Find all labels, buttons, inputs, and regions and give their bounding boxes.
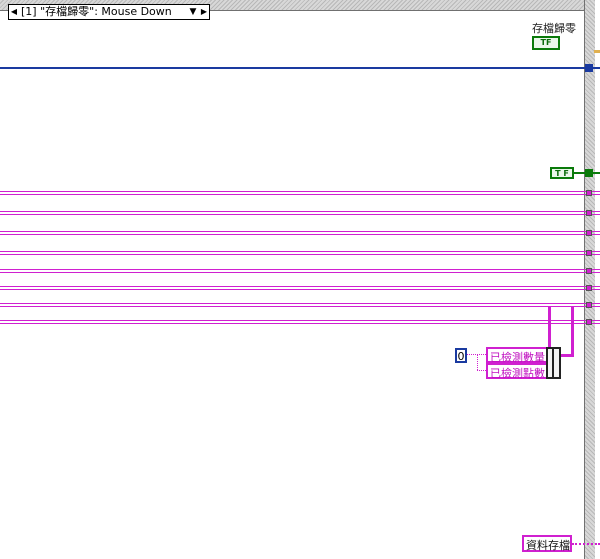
zero-constant[interactable]: 0 [455, 348, 467, 363]
cluster-tunnel [586, 285, 592, 291]
cluster-tunnel [586, 230, 592, 236]
event-structure-frame-right [584, 0, 595, 559]
numeric-wire [477, 370, 486, 372]
cluster-tunnel [586, 250, 592, 256]
cluster-wire [0, 286, 600, 290]
cluster-wire [0, 211, 600, 215]
cluster-wire [0, 191, 600, 195]
bundle-node-divider [552, 349, 554, 377]
boolean-tunnel [585, 169, 593, 177]
cluster-tunnel [586, 302, 592, 308]
detected-points-field[interactable]: 已檢測點數 [486, 363, 548, 380]
cluster-tunnel [586, 319, 592, 325]
refnum-wire [0, 67, 600, 69]
next-case-icon[interactable]: ▶ [199, 4, 209, 20]
cluster-tunnel [586, 190, 592, 196]
detected-count-field[interactable]: 已檢測數量 [486, 347, 548, 364]
cluster-wire-branch [571, 306, 574, 354]
save-reset-label: 存檔歸零 [532, 22, 576, 35]
cluster-wire [0, 251, 600, 255]
chevron-down-icon[interactable]: ▼ [187, 4, 199, 20]
cluster-wire [0, 231, 600, 235]
cluster-wire-branch [560, 354, 574, 357]
boolean-constant[interactable]: T F [550, 167, 574, 179]
event-case-label: [1] "存檔歸零": Mouse Down [21, 5, 172, 18]
prev-case-icon[interactable]: ◀ [9, 4, 19, 20]
event-case-selector[interactable]: ◀ [1] "存檔歸零": Mouse Down ▼ ▶ [8, 4, 210, 20]
data-save-indicator[interactable]: 資料存檔 [522, 535, 572, 552]
output-tunnel-stub [594, 50, 600, 53]
refnum-tunnel [585, 64, 593, 72]
save-reset-terminal[interactable]: TF [532, 36, 560, 50]
cluster-wire [572, 543, 600, 546]
cluster-tunnel [586, 268, 592, 274]
cluster-wire [0, 320, 600, 324]
cluster-wire [0, 269, 600, 273]
numeric-wire [477, 354, 479, 370]
cluster-wire [0, 303, 600, 307]
cluster-tunnel [586, 210, 592, 216]
